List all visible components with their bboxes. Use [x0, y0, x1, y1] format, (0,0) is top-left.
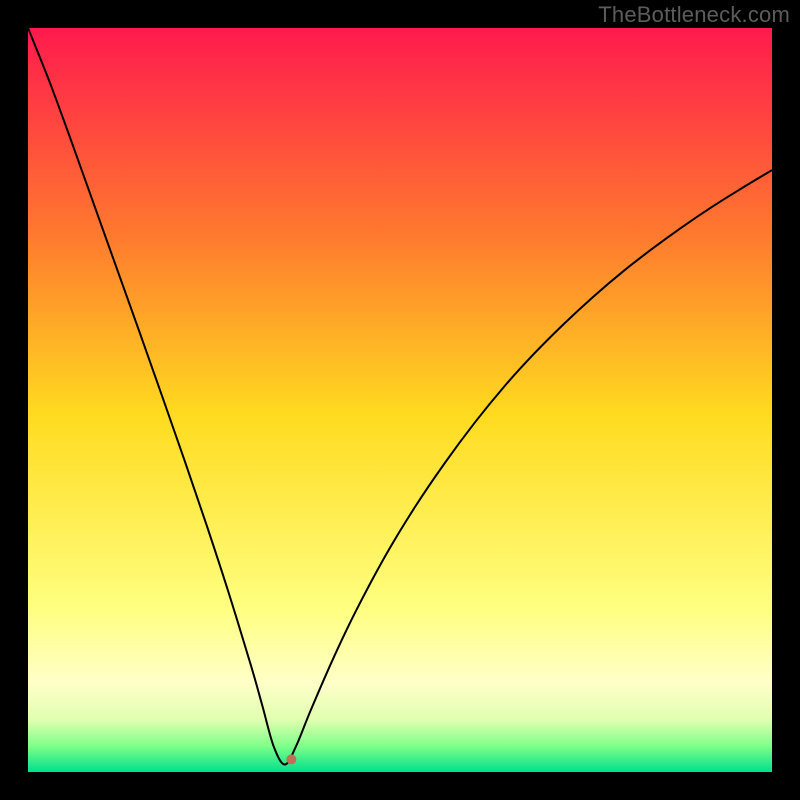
- vertex-marker: [286, 754, 296, 764]
- watermark-text: TheBottleneck.com: [598, 2, 790, 28]
- plot-area: [28, 28, 772, 772]
- plot-svg: [28, 28, 772, 772]
- chart-frame: TheBottleneck.com: [0, 0, 800, 800]
- gradient-background: [28, 28, 772, 772]
